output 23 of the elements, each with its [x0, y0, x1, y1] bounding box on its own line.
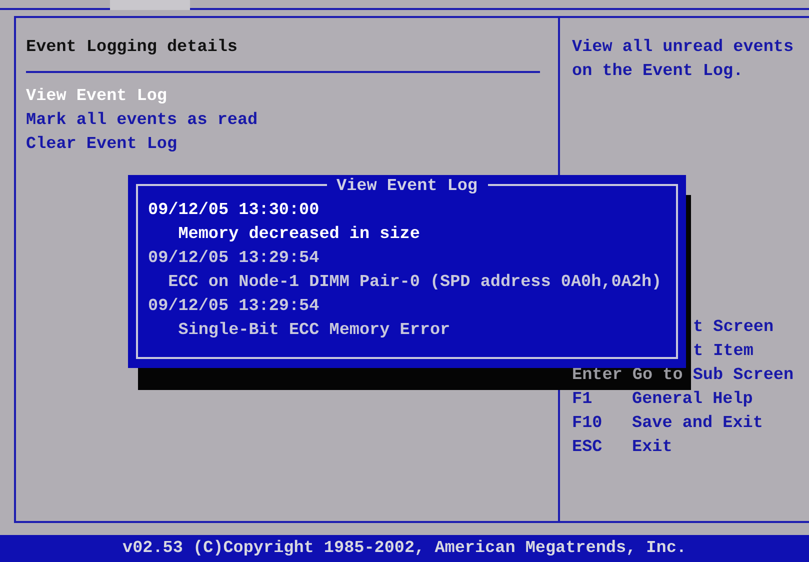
key-action: General Help — [632, 389, 753, 411]
key-action: Save and Exit — [632, 413, 763, 435]
log-timestamp[interactable]: 09/12/05 13:29:54 — [148, 295, 678, 319]
key-help: Enter Go to — [572, 365, 683, 387]
menu-item[interactable]: Mark all events as read — [26, 109, 548, 133]
menu-tab[interactable] — [110, 0, 190, 10]
menu-item[interactable]: Clear Event Log — [26, 133, 548, 157]
log-message: Single-Bit ECC Memory Error — [177, 320, 452, 342]
help-text: View all unread events on the Event Log. — [572, 37, 795, 83]
key-help: t Screen — [692, 317, 774, 339]
key-label: F10 — [572, 413, 604, 435]
log-message: Memory decreased in size — [177, 224, 421, 246]
log-message: ECC on Node-1 DIMM Pair-0 (SPD address 0A0h,0A2h) — [167, 272, 663, 294]
panel-title: Event Logging details — [26, 37, 238, 59]
log-timestamp[interactable]: 09/12/05 13:29:54 — [148, 247, 678, 271]
dialog-title: View Event Log — [326, 177, 488, 196]
log-timestamp[interactable]: 09/12/05 13:30:00 — [148, 199, 678, 223]
key-label: F1 — [572, 389, 594, 411]
key-help: Sub Screen — [692, 365, 794, 387]
copyright-footer: v02.53 (C)Copyright 1985-2002, American Megatrends, Inc. — [0, 535, 809, 562]
key-help: t Item — [692, 341, 754, 363]
key-label: ESC — [572, 437, 604, 459]
key-action: Exit — [632, 437, 672, 459]
